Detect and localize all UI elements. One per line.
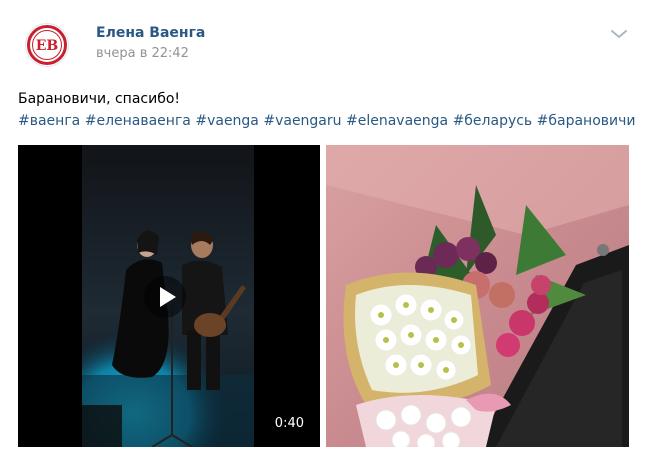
author-name[interactable]: Елена Ваенга [96,25,205,41]
hashtag-link[interactable]: #ваенга [18,113,80,129]
avatar[interactable]: ЕВ [26,24,68,66]
hashtag-link[interactable]: #vaenga [195,113,259,129]
video-duration: 0:40 [274,416,304,431]
play-icon[interactable] [144,276,186,318]
hashtag-link[interactable]: #еленаваенга [85,113,191,129]
hashtag-link[interactable]: #барановичи [537,113,636,129]
hashtag-link[interactable]: #беларусь [453,113,533,129]
avatar-logo: ЕВ [27,25,67,65]
post-menu-button[interactable] [608,26,630,42]
post: ЕВ Елена Ваенга вчера в 22:42 Барановичи… [0,0,650,470]
hashtag-link[interactable]: #vaengaru [263,113,341,129]
chevron-down-icon [611,30,627,38]
avatar-monogram: ЕВ [36,38,59,54]
post-text: Барановичи, спасибо! [18,91,181,107]
post-timestamp[interactable]: вчера в 22:42 [96,46,189,61]
flowers-photo [326,145,629,447]
hashtags: #ваенга #еленаваенга #vaenga #vaengaru #… [18,113,636,129]
photo-attachment[interactable] [326,145,629,447]
video-attachment[interactable]: 0:40 [18,145,320,447]
hashtag-link[interactable]: #elenavaenga [346,113,448,129]
